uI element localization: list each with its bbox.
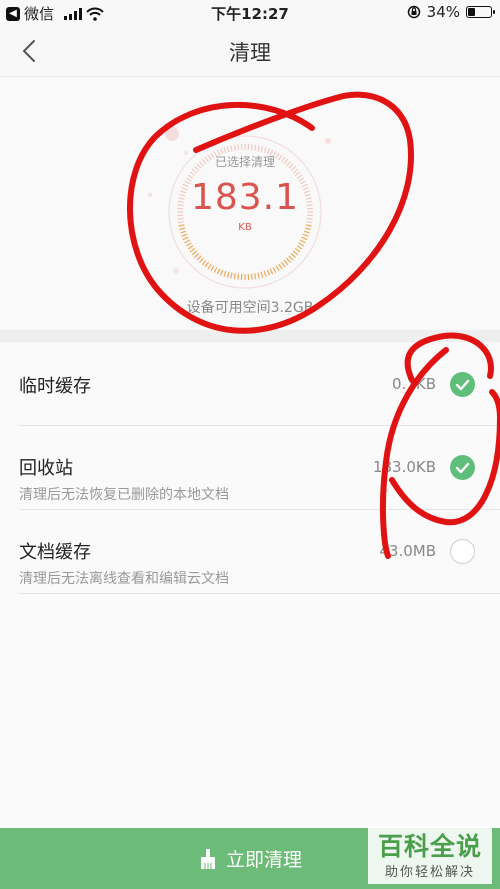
gauge-tick bbox=[298, 242, 305, 247]
clean-now-label: 立即清理 bbox=[225, 849, 302, 871]
status-bar: ◀ 微信 下午12:27 34% bbox=[0, 0, 500, 26]
gauge-tick bbox=[286, 257, 291, 263]
selected-size-unit: KB bbox=[238, 222, 252, 233]
gauge-tick bbox=[182, 236, 189, 241]
item-description: 清理后无法恢复已删除的本地文档 bbox=[19, 487, 229, 503]
gauge-tick bbox=[204, 261, 210, 268]
orientation-lock-icon bbox=[407, 5, 420, 19]
gauge-tick bbox=[254, 273, 257, 280]
summary-panel: 已选择清理 183.1 KB 设备可用空间3.2GB bbox=[0, 77, 500, 330]
check-icon bbox=[455, 379, 470, 391]
selected-label: 已选择清理 bbox=[214, 155, 275, 169]
gauge-tick bbox=[213, 266, 218, 273]
status-right: 34% bbox=[407, 3, 495, 21]
gauge-tick bbox=[250, 273, 253, 280]
gauge-tick bbox=[278, 263, 283, 270]
gauge-tick bbox=[226, 271, 230, 278]
gauge-tick bbox=[216, 268, 221, 275]
section-gap bbox=[0, 330, 500, 342]
item-name: 临时缓存 bbox=[19, 376, 91, 397]
gauge-tick bbox=[254, 144, 257, 151]
item-name: 回收站 bbox=[19, 458, 73, 479]
gauge-tick bbox=[290, 253, 296, 258]
watermark-title: 百科全说 bbox=[377, 832, 482, 861]
gauge-tick bbox=[201, 259, 207, 266]
check-icon bbox=[455, 462, 470, 474]
gauge-tick bbox=[280, 261, 286, 268]
broom-icon bbox=[200, 848, 215, 869]
item-size: 183.0KB bbox=[372, 458, 436, 476]
gauge-tick bbox=[269, 268, 274, 275]
gauge-tick bbox=[296, 245, 303, 250]
gauge-tick bbox=[266, 269, 270, 276]
gauge-tick bbox=[302, 233, 309, 237]
gauge-tick bbox=[196, 255, 202, 261]
gauge-tick bbox=[187, 245, 194, 250]
item-size: 43.0MB bbox=[379, 542, 436, 560]
item-name: 文档缓存 bbox=[19, 542, 91, 563]
gauge-tick bbox=[237, 144, 240, 151]
gauge-tick bbox=[260, 146, 264, 153]
gauge-tick bbox=[230, 272, 233, 279]
gauge-tick bbox=[181, 233, 188, 237]
watermark-logo: 百科全说 助你轻松解决 bbox=[368, 826, 492, 884]
battery-icon bbox=[466, 6, 495, 18]
gauge-tick bbox=[294, 247, 301, 253]
item-size: 0.1KB bbox=[392, 375, 436, 393]
list-item-temp-cache[interactable]: 临时缓存 0.1KB bbox=[0, 342, 500, 426]
gauge-tick bbox=[199, 257, 204, 263]
gauge-tick bbox=[207, 263, 212, 270]
item-description: 清理后无法离线查看和编辑云文档 bbox=[19, 571, 229, 587]
gauge-tick bbox=[260, 271, 264, 278]
item-checkbox[interactable] bbox=[450, 455, 475, 480]
gauge-tick bbox=[294, 171, 301, 177]
cleanup-list: 临时缓存 0.1KB 回收站 清理后无法恢复已删除的本地文档 183.0KB 文… bbox=[0, 342, 500, 828]
gauge-tick bbox=[189, 247, 196, 253]
gauge-tick bbox=[223, 270, 227, 277]
gauge-tick bbox=[220, 269, 224, 276]
gauge-tick bbox=[194, 253, 200, 258]
gauge-tick bbox=[233, 144, 236, 151]
gauge-tick bbox=[210, 265, 215, 272]
gauge-tick bbox=[272, 266, 277, 273]
gauge-tick bbox=[257, 272, 260, 279]
gauge-tick bbox=[257, 145, 260, 152]
gauge-tick bbox=[292, 250, 299, 256]
gauge-tick bbox=[250, 144, 253, 151]
gauge-tick bbox=[177, 217, 184, 220]
gauge-tick bbox=[237, 273, 240, 280]
nav-bar: 清理 bbox=[0, 26, 500, 76]
list-item-doc-cache[interactable]: 文档缓存 清理后无法离线查看和编辑云文档 43.0MB bbox=[0, 510, 500, 594]
gauge-tick bbox=[189, 171, 196, 177]
item-checkbox[interactable] bbox=[450, 372, 475, 397]
gauge-tick bbox=[283, 259, 289, 266]
gauge-tick bbox=[299, 239, 306, 244]
list-item-recycle-bin[interactable]: 回收站 清理后无法恢复已删除的本地文档 183.0KB bbox=[0, 426, 500, 510]
battery-percent: 34% bbox=[426, 3, 460, 21]
page-title: 清理 bbox=[229, 41, 271, 65]
gauge-tick bbox=[191, 250, 198, 256]
watermark-subtitle: 助你轻松解决 bbox=[384, 865, 475, 880]
gauge-tick bbox=[185, 242, 192, 247]
gauge-tick bbox=[288, 255, 294, 261]
gauge-tick bbox=[184, 239, 191, 244]
available-space-text: 设备可用空间3.2GB bbox=[186, 300, 314, 316]
gauge-tick bbox=[226, 146, 230, 153]
selected-size-value: 183.1 bbox=[190, 177, 300, 218]
gauge-tick bbox=[301, 236, 308, 241]
gauge-tick bbox=[263, 270, 267, 277]
gauge-tick bbox=[233, 273, 236, 280]
item-checkbox[interactable] bbox=[450, 539, 475, 564]
gauge-tick bbox=[230, 145, 233, 152]
gauge-tick bbox=[275, 265, 280, 272]
divider bbox=[19, 593, 500, 594]
gauge-tick bbox=[306, 217, 313, 220]
